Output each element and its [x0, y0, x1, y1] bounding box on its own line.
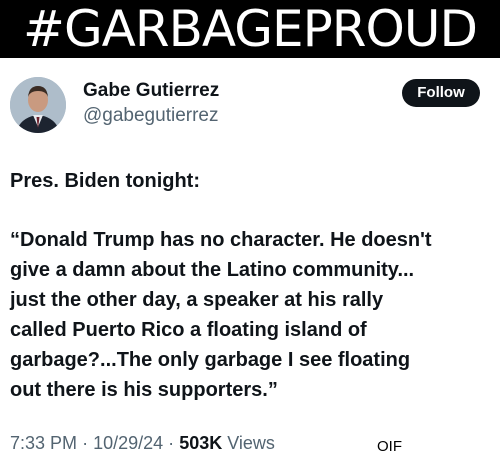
avatar[interactable] [10, 77, 66, 133]
quote-line: called Puerto Rico a floating island of [10, 319, 367, 341]
post-intro: Pres. Biden tonight: [10, 170, 200, 192]
meta-separator: · [82, 433, 89, 453]
post-meta: 7:33 PM · 10/29/24 · 503K Views [10, 433, 275, 454]
banner-text: #GARBAGEPROUD [23, 0, 478, 58]
quote-line: just the other day, a speaker at his ral… [10, 289, 384, 311]
quote-line: give a damn about the Latino community..… [10, 259, 415, 281]
follow-button[interactable]: Follow [402, 79, 480, 107]
watermark: OIF [377, 438, 402, 455]
post-quote: “Donald Trump has no character. He doesn… [10, 225, 432, 405]
views-label: Views [227, 433, 275, 453]
author-name[interactable]: Gabe Gutierrez [83, 80, 219, 102]
author-handle[interactable]: @gabegutierrez [83, 105, 218, 127]
quote-line: “Donald Trump has no character. He doesn… [10, 229, 432, 251]
meta-separator: · [168, 433, 175, 453]
post-time[interactable]: 7:33 PM [10, 433, 77, 453]
hashtag-banner: #GARBAGEPROUD [0, 0, 500, 58]
avatar-image [10, 77, 66, 133]
post-date[interactable]: 10/29/24 [93, 433, 163, 453]
quote-line: out there is his supporters.” [10, 379, 278, 401]
quote-line: garbage?...The only garbage I see floati… [10, 349, 411, 371]
views-count: 503K [179, 433, 223, 453]
